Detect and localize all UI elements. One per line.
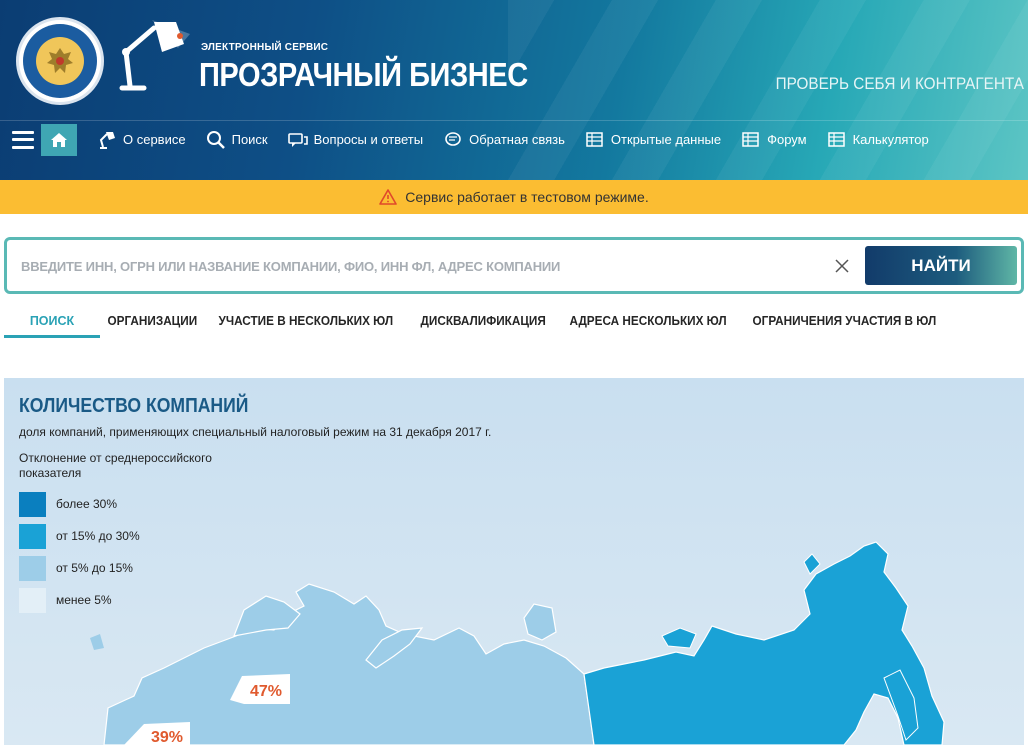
legend-label: более 30% (56, 497, 117, 511)
search-bar: НАЙТИ (4, 237, 1024, 294)
legend-item: от 15% до 30% (19, 520, 140, 552)
nav-feedback[interactable]: Обратная связь (443, 131, 565, 149)
site-header: ЭЛЕКТРОННЫЙ СЕРВИС ПРОЗРАЧНЫЙ БИЗНЕС ПРО… (0, 0, 1028, 180)
nav-feedback-label: Обратная связь (469, 132, 565, 147)
tab-disqualification[interactable]: ДИСКВАЛИФИКАЦИЯ (413, 306, 553, 338)
nav-open-data-label: Открытые данные (610, 132, 722, 147)
nav-search[interactable]: Поиск (206, 130, 268, 149)
region-label-39: 39% (151, 729, 183, 745)
table-icon (585, 131, 605, 149)
nav-calculator[interactable]: Калькулятор (827, 131, 929, 149)
tab-multiple-entities[interactable]: УЧАСТИЕ В НЕСКОЛЬКИХ ЮЛ (211, 306, 401, 338)
map-title: КОЛИЧЕСТВО КОМПАНИЙ (19, 395, 249, 417)
legend-item: от 5% до 15% (19, 552, 140, 584)
clear-icon[interactable] (833, 257, 851, 275)
test-mode-banner: Сервис работает в тестовом режиме. (0, 180, 1028, 214)
service-subtitle: ЭЛЕКТРОННЫЙ СЕРВИС (201, 42, 329, 53)
home-icon (51, 132, 67, 147)
region-label-47: 47% (250, 683, 282, 700)
tab-mass-addresses[interactable]: АДРЕСА НЕСКОЛЬКИХ ЮЛ (562, 306, 734, 338)
search-tabs: ПОИСК ОРГАНИЗАЦИИ УЧАСТИЕ В НЕСКОЛЬКИХ Ю… (4, 306, 957, 338)
nav-faq[interactable]: Вопросы и ответы (287, 131, 424, 149)
chat-icon (287, 131, 308, 149)
legend-swatch (19, 587, 46, 613)
nav-faq-label: Вопросы и ответы (313, 132, 424, 147)
nav-open-data[interactable]: Открытые данные (585, 131, 721, 149)
legend-label: менее 5% (56, 593, 112, 607)
legend-label: от 15% до 30% (56, 529, 140, 543)
nav-forum[interactable]: Форум (741, 131, 807, 149)
legend-title: Отклонение от среднероссийского показате… (19, 451, 212, 480)
lamp-logo-icon (119, 20, 190, 91)
map-legend: более 30% от 15% до 30% от 5% до 15% мен… (19, 488, 140, 616)
search-input[interactable] (21, 250, 821, 282)
nav-forum-label: Форум (767, 132, 807, 147)
map-region-west[interactable] (103, 583, 595, 745)
map-subtitle: доля компаний, применяющих специальный н… (19, 425, 492, 439)
legend-item: более 30% (19, 488, 140, 520)
feedback-icon (443, 131, 463, 149)
legend-swatch (19, 491, 46, 517)
nav-about-label: О сервисе (123, 132, 186, 147)
legend-swatch (19, 523, 46, 549)
check-counterparty-link[interactable]: ПРОВЕРЬ СЕБЯ И КОНТРАГЕНТА (776, 74, 1024, 94)
legend-label: от 5% до 15% (56, 561, 133, 575)
test-mode-text: Сервис работает в тестовом режиме. (405, 189, 649, 205)
warning-icon (379, 189, 398, 205)
tab-participation-limits[interactable]: ОГРАНИЧЕНИЯ УЧАСТИЯ В ЮЛ (745, 306, 944, 338)
tab-search[interactable]: ПОИСК (4, 306, 100, 338)
map-region-far-east[interactable] (583, 541, 945, 745)
nav-calculator-label: Калькулятор (852, 132, 929, 147)
table-icon (827, 131, 847, 149)
companies-map-panel: 47% 39% КОЛИЧЕСТВО КОМПАНИЙ доля компани… (4, 378, 1024, 745)
legend-swatch (19, 555, 46, 581)
service-title[interactable]: ПРОЗРАЧНЫЙ БИЗНЕС (199, 56, 528, 94)
main-nav: О сервисе Поиск Вопросы и ответы Обратна… (0, 120, 1028, 158)
legend-item: менее 5% (19, 584, 140, 616)
tab-organizations[interactable]: ОРГАНИЗАЦИИ (100, 306, 205, 338)
map-region-arctic-islands[interactable] (523, 603, 557, 641)
nav-about[interactable]: О сервисе (97, 131, 186, 149)
table-icon (741, 131, 761, 149)
fns-emblem-icon[interactable] (16, 17, 104, 105)
find-button[interactable]: НАЙТИ (865, 246, 1017, 285)
home-button[interactable] (41, 123, 77, 156)
lamp-icon (97, 131, 117, 149)
nav-search-label: Поиск (231, 132, 268, 147)
search-icon (206, 130, 226, 149)
menu-icon[interactable] (12, 130, 34, 149)
